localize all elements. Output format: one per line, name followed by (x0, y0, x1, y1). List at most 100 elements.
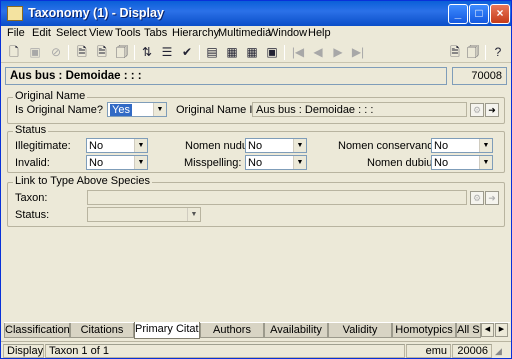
cancel-icon[interactable]: ⊘ (48, 44, 64, 60)
details-view-icon[interactable]: ▤ (204, 44, 220, 60)
invalid-label: Invalid: (15, 157, 50, 169)
previous-record-icon[interactable]: ◀ (310, 44, 326, 60)
status-legend: Status (13, 124, 49, 136)
nomen-dubium-select[interactable]: No ▼ (431, 155, 493, 170)
tab-availability[interactable]: Availability (264, 323, 328, 338)
toolbar-separator (284, 45, 285, 60)
first-record-icon[interactable]: |◀ (290, 44, 306, 60)
search-record-icon[interactable]: 🗎 (74, 44, 90, 60)
illegitimate-select[interactable]: No ▼ (86, 138, 148, 153)
nomen-dubium-value: No (434, 157, 449, 169)
resize-grip-icon[interactable]: ◢ (495, 345, 507, 357)
link-status-label: Status: (15, 209, 50, 221)
toolbar-separator (134, 45, 135, 60)
list-icon[interactable]: ☰ (159, 44, 175, 60)
spellcheck-icon[interactable]: ✔ (179, 44, 195, 60)
misspelling-value: No (248, 157, 263, 169)
attach-link-icon[interactable]: ➜ (485, 191, 499, 205)
illegitimate-label: Illegitimate: (15, 140, 71, 152)
is-original-name-value: Yes (110, 104, 132, 116)
chevron-down-icon[interactable]: ▼ (134, 139, 147, 152)
display-view-icon[interactable]: ▣ (264, 44, 280, 60)
last-record-icon[interactable]: ▶| (350, 44, 366, 60)
misspelling-select[interactable]: No ▼ (245, 155, 307, 170)
status-bar: Display Taxon 1 of 1 emu 20006 ◢ (1, 341, 511, 358)
original-name-is-field[interactable]: Aus bus : Demoidae : : : (252, 102, 467, 117)
link-status-select[interactable]: ▼ (87, 207, 201, 222)
taxon-label: Taxon: (15, 192, 48, 204)
chevron-down-icon[interactable]: ▼ (293, 156, 306, 169)
nomen-conservandum-select[interactable]: No ▼ (431, 138, 493, 153)
toolbar-separator (199, 45, 200, 60)
maximize-button[interactable]: □ (469, 4, 489, 24)
tab-scroll: ◀ ▶ (481, 323, 509, 337)
chevron-down-icon[interactable]: ▼ (479, 156, 492, 169)
lookup-icon[interactable]: ⚙ (470, 191, 484, 205)
lookup-icon[interactable]: ⚙ (470, 103, 484, 117)
next-record-icon[interactable]: ▶ (330, 44, 346, 60)
chevron-down-icon[interactable]: ▼ (153, 103, 166, 116)
tab-citations[interactable]: Citations (70, 323, 134, 338)
misspelling-label: Misspelling: (184, 157, 242, 169)
detach-icon[interactable]: 🗍 (465, 44, 481, 60)
new-icon[interactable]: 🗋 (6, 44, 22, 60)
nomen-nudum-select[interactable]: No ▼ (245, 138, 307, 153)
attach-link-icon[interactable]: ➜ (485, 103, 499, 117)
toolbar: 🗋 ▣ ⊘ 🗎 🗎 🗍 ⇅ ☰ ✔ ▤ ▦ ▦ ▣ |◀ ◀ ▶ ▶| 🗎 🗍 … (1, 42, 511, 63)
save-icon[interactable]: ▣ (27, 44, 43, 60)
toolbar-separator (485, 45, 486, 60)
link-type-legend: Link to Type Above Species (13, 175, 152, 187)
menu-window[interactable]: Window (268, 27, 307, 39)
tab-scroll-right-icon[interactable]: ▶ (495, 323, 508, 337)
menu-file[interactable]: File (7, 27, 25, 39)
copy-record-icon[interactable]: 🗍 (114, 44, 130, 60)
menu-tabs[interactable]: Tabs (144, 27, 167, 39)
chevron-down-icon[interactable]: ▼ (479, 139, 492, 152)
taxon-field[interactable] (87, 190, 467, 205)
toolbar-separator (68, 45, 69, 60)
status-port: 20006 (452, 344, 492, 358)
illegitimate-value: No (89, 140, 104, 152)
status-user: emu (406, 344, 451, 358)
title-bar[interactable]: Taxonomy (1) - Display _ □ × (1, 1, 511, 26)
chevron-down-icon[interactable]: ▼ (187, 208, 200, 221)
tab-validity[interactable]: Validity (328, 323, 392, 338)
chevron-down-icon[interactable]: ▼ (293, 139, 306, 152)
minimize-button[interactable]: _ (448, 4, 468, 24)
record-number: 70008 (452, 67, 507, 85)
status-position: Taxon 1 of 1 (45, 344, 405, 358)
attach-icon[interactable]: 🗎 (447, 44, 463, 60)
delete-record-icon[interactable]: 🗎 (94, 44, 110, 60)
nomen-nudum-value: No (248, 140, 263, 152)
menu-tools[interactable]: Tools (115, 27, 141, 39)
menu-help[interactable]: Help (308, 27, 331, 39)
taxonomy-window: Taxonomy (1) - Display _ □ × File Edit S… (0, 0, 512, 359)
chevron-down-icon[interactable]: ▼ (134, 156, 147, 169)
record-bar: Aus bus : Demoidae : : : 70008 (5, 67, 507, 85)
tab-primary-citation[interactable]: Primary Citation (134, 322, 200, 339)
original-name-legend: Original Name (13, 90, 88, 102)
tab-classification[interactable]: Classification (4, 323, 70, 338)
menu-bar: File Edit Select View Tools Tabs Hierarc… (1, 26, 511, 42)
menu-multimedia[interactable]: Multimedia (218, 27, 271, 39)
menu-view[interactable]: View (89, 27, 113, 39)
sort-icon[interactable]: ⇅ (139, 44, 155, 60)
list-view-icon[interactable]: ▦ (224, 44, 240, 60)
context-help-icon[interactable]: ? (490, 44, 506, 60)
invalid-select[interactable]: No ▼ (86, 155, 148, 170)
tab-strip: Classification Citations Primary Citatio… (4, 322, 510, 339)
page-view-icon[interactable]: ▦ (244, 44, 260, 60)
is-original-name-label: Is Original Name? (15, 104, 104, 116)
nomen-conservandum-value: No (434, 140, 449, 152)
tab-scroll-left-icon[interactable]: ◀ (481, 323, 494, 337)
menu-edit[interactable]: Edit (32, 27, 51, 39)
close-button[interactable]: × (490, 4, 510, 24)
menu-select[interactable]: Select (56, 27, 87, 39)
is-original-name-select[interactable]: Yes ▼ (107, 102, 167, 117)
window-title: Taxonomy (1) - Display (28, 6, 164, 20)
menu-hierarchy[interactable]: Hierarchy (172, 27, 219, 39)
invalid-value: No (89, 157, 104, 169)
tab-all-synonyms[interactable]: All Sy (456, 323, 481, 338)
tab-authors[interactable]: Authors (200, 323, 264, 338)
tab-homotypics[interactable]: Homotypics (392, 323, 456, 338)
